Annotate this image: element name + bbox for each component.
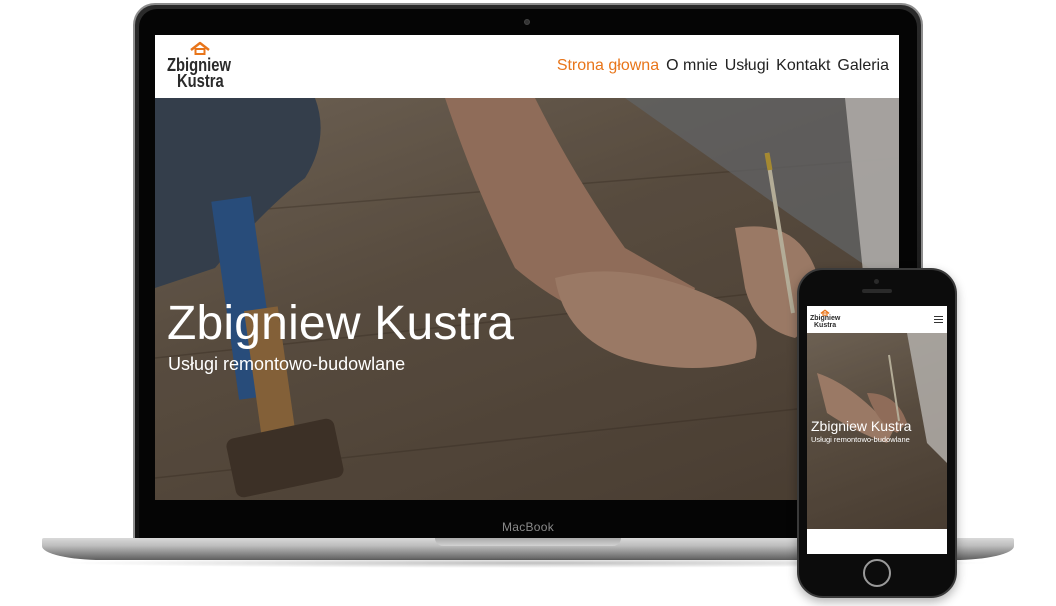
mobile-logo-text-first: Zbigniew [810, 315, 841, 322]
nav-item-home[interactable]: Strona głowna [557, 57, 659, 75]
phone-camera [874, 279, 879, 284]
nav-item-contact[interactable]: Kontakt [776, 57, 830, 75]
mobile-site-logo[interactable]: Zbigniew Kustra [810, 309, 840, 331]
mobile-site-header: Zbigniew Kustra [807, 306, 947, 333]
site-header: Zbigniew Kustra Strona głowna O mnie Usł… [155, 35, 899, 98]
nav-item-services[interactable]: Usługi [725, 57, 769, 75]
laptop-screen: Zbigniew Kustra Strona głowna O mnie Usł… [155, 35, 899, 500]
mobile-hero-title: Zbigniew Kustra [811, 418, 912, 434]
main-nav: Strona głowna O mnie Usługi Kontakt Gale… [557, 57, 889, 75]
phone-home-button[interactable] [863, 559, 891, 587]
nav-item-gallery[interactable]: Galeria [837, 57, 889, 75]
laptop-notch [435, 538, 621, 546]
logo-text-last: Kustra [177, 71, 224, 91]
mobile-hero-subtitle: Usługi remontowo-budowlane [811, 435, 910, 444]
house-roof-icon [190, 41, 210, 55]
hero-subtitle: Usługi remontowo-budowlane [168, 354, 406, 374]
phone-screen: Zbigniew Kustra Zbigniew Kustra Usługi r… [807, 306, 947, 554]
hero-title: Zbigniew Kustra [167, 297, 515, 350]
device-mockup: Zbigniew Kustra Strona głowna O mnie Usł… [0, 0, 1056, 606]
hamburger-menu-icon[interactable] [934, 316, 943, 323]
site-logo[interactable]: Zbigniew Kustra [167, 41, 237, 93]
mobile-hero-section: Zbigniew Kustra Usługi remontowo-budowla… [807, 333, 947, 529]
hero-section: Zbigniew Kustra Usługi remontowo-budowla… [155, 98, 899, 500]
laptop-camera [524, 19, 530, 25]
nav-item-about[interactable]: O mnie [666, 57, 718, 75]
phone-speaker [862, 289, 892, 293]
mobile-logo-text-last: Kustra [814, 322, 837, 329]
